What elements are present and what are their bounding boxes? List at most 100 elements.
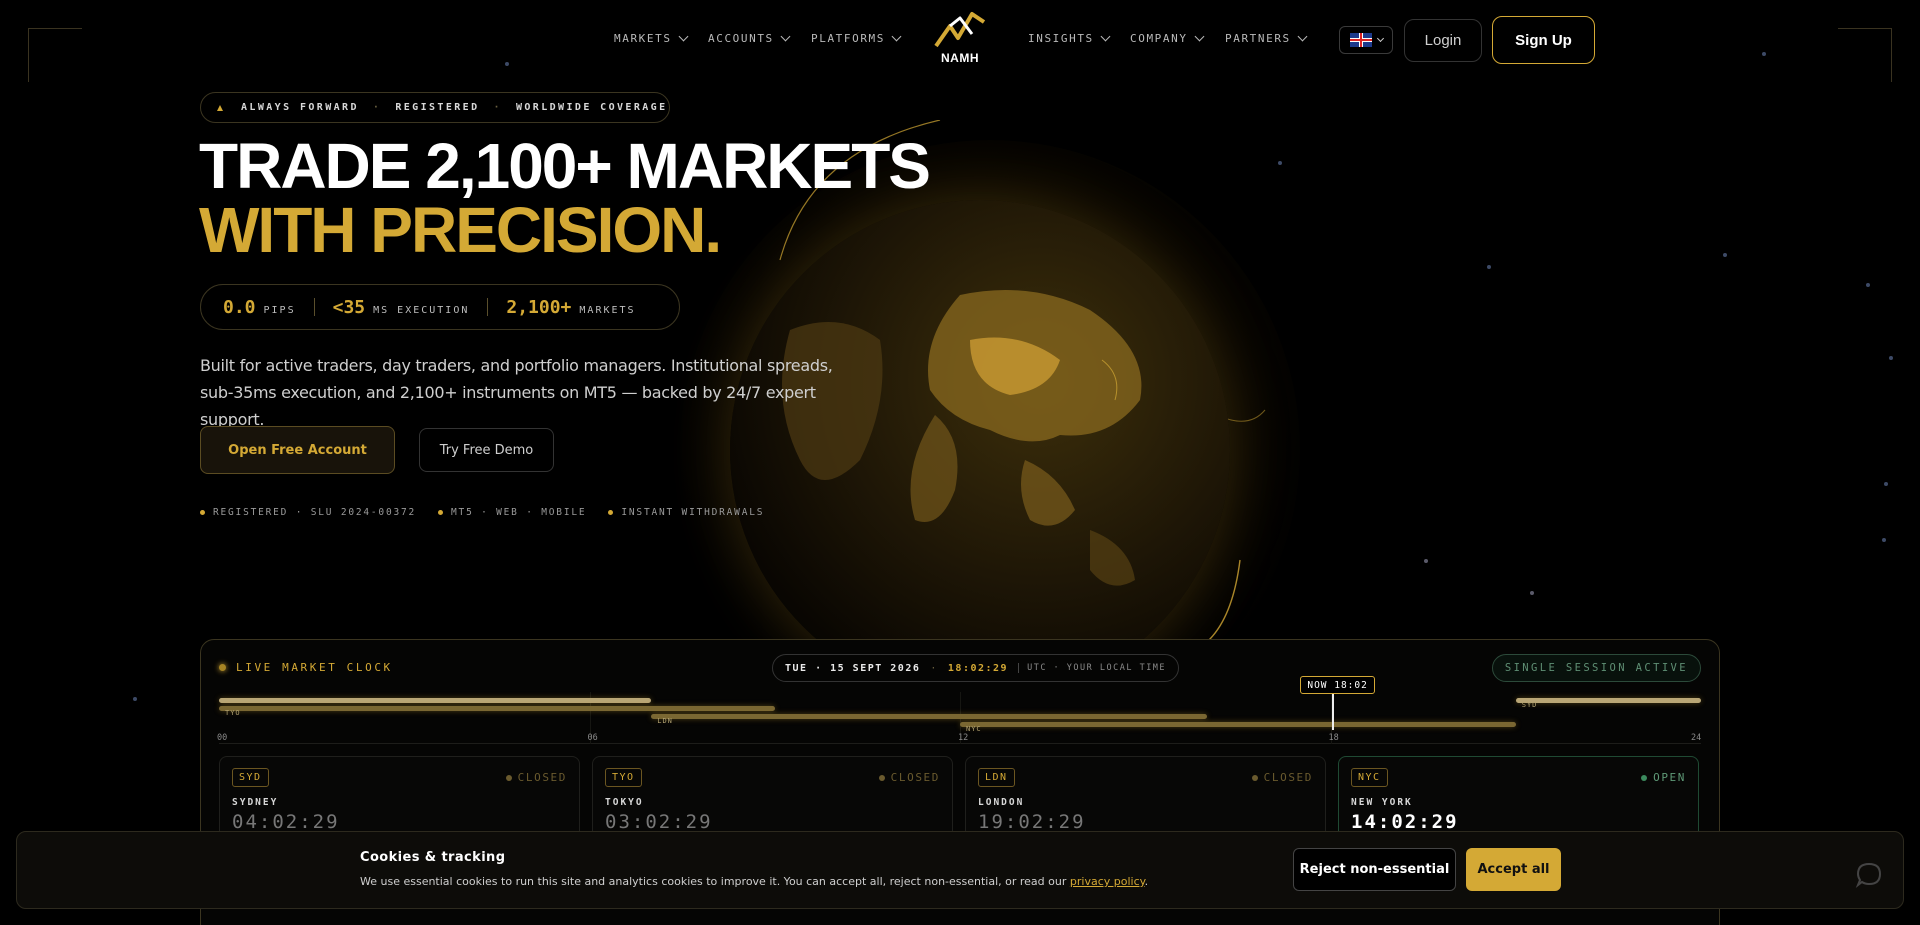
privacy-policy-link[interactable]: privacy policy [1070,875,1145,888]
clock-time: 18:02:29 [947,662,1009,674]
chevron-down-icon [1376,34,1384,43]
nav-partners[interactable]: PARTNERS [1225,31,1308,45]
hour-tick-label: 00 [217,733,228,743]
badge-label: INSTANT WITHDRAWALS [621,507,765,518]
hero-stats: 0.0 PIPS <35 MS EXECUTION 2,100+ MARKETS [200,284,680,330]
market-status: OPEN [1641,771,1686,784]
bullet-dot-icon [200,510,205,515]
brand-logo[interactable]: NAMH [932,10,988,70]
market-city: SYDNEY [232,797,279,808]
session-bar-ldn [651,714,1207,719]
chevron-down-icon [1100,31,1111,42]
nav-markets[interactable]: MARKETS [614,31,689,45]
stat-markets: 2,100+ MARKETS [506,297,635,318]
status-dot-icon [505,774,512,781]
tagline-item: WORLDWIDE COVERAGE [515,102,668,113]
stat-value: <35 [332,296,366,318]
market-code: SYD [232,768,269,787]
hero-badges: REGISTERED · SLU 2024-00372 MT5 · WEB · … [200,507,764,518]
star-dot [1882,538,1886,542]
reject-non-essential-button[interactable]: Reject non-essential [1293,848,1456,891]
badge-label: REGISTERED · SLU 2024-00372 [213,507,417,518]
market-city: NEW YORK [1351,797,1413,808]
session-bar-syd [219,698,652,703]
market-code: NYC [1351,768,1388,787]
session-bar-tyo [219,706,775,711]
star-dot [1884,482,1888,486]
market-time: 14:02:29 [1351,811,1459,833]
status-dot-icon [1641,774,1648,781]
try-free-demo-button[interactable]: Try Free Demo [419,428,554,472]
cookie-text-end: . [1144,875,1149,888]
accept-all-button[interactable]: Accept all [1466,848,1561,891]
clock-zone: UTC · YOUR LOCAL TIME [1018,663,1166,673]
logo-text: NAMH [941,51,979,65]
market-code: LDN [978,768,1015,787]
market-time: 04:02:29 [232,811,340,833]
market-status-label: OPEN [1653,771,1686,784]
stat-value: 0.0 [223,296,256,318]
cookie-text-body: We use essential cookies to run this sit… [360,875,1070,888]
star-dot [1889,356,1893,360]
login-button[interactable]: Login [1404,19,1482,62]
session-bar-label: TYO [225,709,241,717]
chevron-down-icon [780,31,791,42]
market-time: 19:02:29 [978,811,1086,833]
market-status: CLOSED [878,771,940,784]
stat-execution: <35 MS EXECUTION [333,297,470,318]
nav-accounts-label: ACCOUNTS [708,32,774,45]
now-indicator-line [1332,692,1335,730]
tagline-item: ALWAYS FORWARD [241,102,359,113]
nav-markets-label: MARKETS [614,32,672,45]
market-city: TOKYO [605,797,644,808]
globe-sphere [730,200,1230,700]
hero-description: Built for active traders, day traders, a… [200,356,833,429]
language-selector[interactable] [1339,26,1393,54]
clock-date-pill: TUE · 15 SEPT 2026 · 18:02:29 UTC · YOUR… [772,654,1180,682]
star-dot [1866,283,1870,287]
badge-label: MT5 · WEB · MOBILE [451,507,587,518]
market-time: 03:02:29 [605,811,713,833]
chevron-down-icon [678,31,689,42]
logo-mark-icon [934,12,986,48]
session-bar-label: LDN [657,717,673,725]
hour-tick-label: 06 [587,733,598,743]
nav-company[interactable]: COMPANY [1130,31,1205,45]
market-status: CLOSED [1251,771,1313,784]
hour-tick-label: 24 [1691,733,1702,743]
clock-date: TUE · 15 SEPT 2026 [785,662,921,674]
stat-divider [487,298,489,316]
chat-bubble-icon[interactable] [1854,860,1884,890]
signup-button[interactable]: Sign Up [1492,16,1595,64]
session-bar-label: NYC [966,725,982,733]
globe-continents [782,290,1142,586]
market-status-label: CLOSED [1263,771,1313,784]
chevron-down-icon [1297,31,1308,42]
live-dot-icon [219,664,226,671]
market-city: LONDON [978,797,1025,808]
star-dot [1723,253,1727,257]
top-navigation: MARKETS ACCOUNTS PLATFORMS NAMH INSIGHTS… [0,0,1920,80]
nav-insights-label: INSIGHTS [1028,32,1094,45]
market-status-label: CLOSED [890,771,940,784]
chevron-down-icon [1194,31,1205,42]
status-dot-icon [878,774,885,781]
hero-tagline: ALWAYS FORWARD · REGISTERED · WORLDWIDE … [200,92,670,123]
hour-tick-label: 12 [958,733,969,743]
tagline-separator: · [372,102,382,113]
tagline-separator: · [493,102,502,113]
stat-pips: 0.0 PIPS [223,297,296,318]
bullet-dot-icon [438,510,444,515]
star-dot [133,697,137,701]
nav-accounts[interactable]: ACCOUNTS [708,31,791,45]
nav-insights[interactable]: INSIGHTS [1028,31,1111,45]
badge-platforms: MT5 · WEB · MOBILE [438,507,586,518]
tagline-item: REGISTERED [395,102,480,113]
stat-unit: MARKETS [579,304,636,316]
stat-unit: MS EXECUTION [373,304,470,316]
market-status-label: CLOSED [517,771,567,784]
nav-platforms[interactable]: PLATFORMS [811,31,902,45]
star-dot [1424,559,1428,563]
open-free-account-button[interactable]: Open Free Account [200,426,395,474]
session-status-pill: SINGLE SESSION ACTIVE [1491,654,1701,682]
